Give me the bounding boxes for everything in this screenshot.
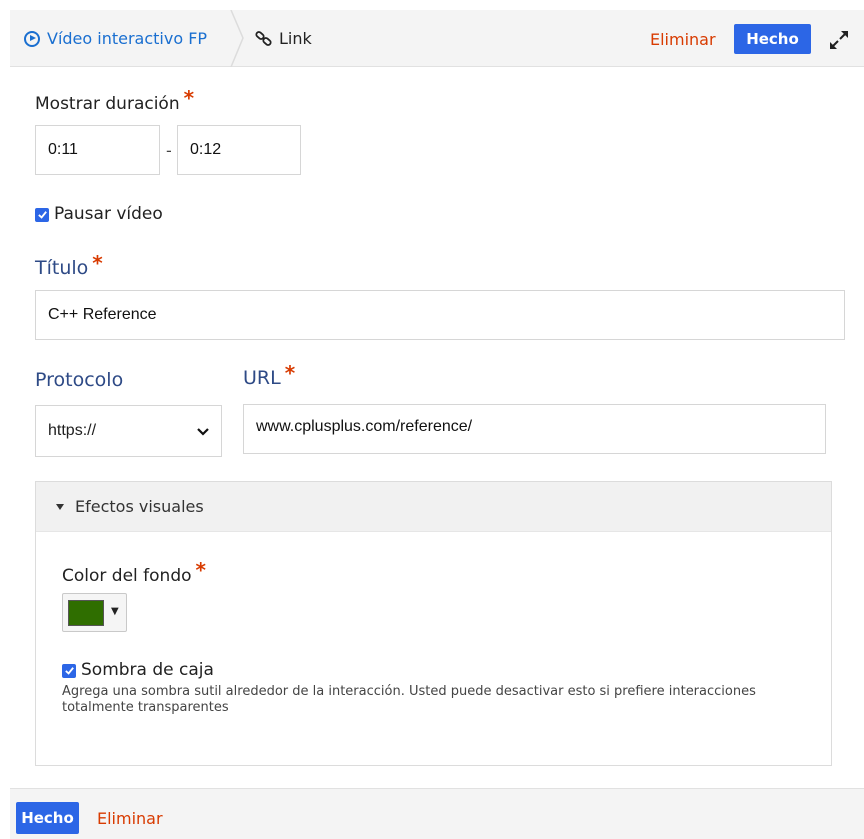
breadcrumb-parent-label: Vídeo interactivo FP xyxy=(47,29,208,48)
duration-label: Mostrar duración * xyxy=(35,86,194,114)
background-color-label: Color del fondo * xyxy=(62,558,206,586)
url-label-text: URL xyxy=(243,367,281,389)
editor-footer: Hecho Eliminar xyxy=(10,788,864,839)
box-shadow-label: Sombra de caja xyxy=(81,660,214,680)
box-shadow-checkbox[interactable] xyxy=(62,663,76,678)
pause-video-option[interactable]: Pausar vídeo xyxy=(35,204,163,224)
required-mark: * xyxy=(284,361,296,385)
background-color-picker[interactable]: ▼ xyxy=(62,593,127,632)
breadcrumb-current: Link xyxy=(255,10,312,67)
delete-button[interactable]: Eliminar xyxy=(97,809,163,828)
breadcrumb-parent[interactable]: Vídeo interactivo FP xyxy=(10,10,207,67)
duration-end-input[interactable]: 0:12 xyxy=(177,125,301,175)
duration-start-input[interactable]: 0:11 xyxy=(35,125,160,175)
link-icon xyxy=(255,30,272,46)
box-shadow-option[interactable]: Sombra de caja xyxy=(62,660,214,680)
dropdown-arrow-icon: ▼ xyxy=(111,606,119,617)
visual-effects-title: Efectos visuales xyxy=(75,497,204,516)
title-label-text: Título xyxy=(35,257,89,279)
pause-video-checkbox[interactable] xyxy=(35,207,49,222)
done-button[interactable]: Hecho xyxy=(16,802,79,834)
breadcrumb-current-label: Link xyxy=(279,29,312,48)
protocol-select[interactable]: https:// xyxy=(35,405,222,457)
duration-label-text: Mostrar duración xyxy=(35,94,180,114)
background-color-label-text: Color del fondo xyxy=(62,566,192,586)
protocol-select-value: https:// xyxy=(48,422,97,439)
title-label: Título * xyxy=(35,251,103,279)
duration-separator: - xyxy=(166,141,172,160)
delete-button[interactable]: Eliminar xyxy=(650,30,716,49)
required-mark: * xyxy=(195,558,206,582)
color-swatch xyxy=(68,600,104,626)
required-mark: * xyxy=(92,251,103,275)
expand-icon[interactable] xyxy=(828,29,850,51)
checkmark-icon xyxy=(64,667,74,675)
play-circle-icon xyxy=(24,30,40,47)
title-input[interactable]: C++ Reference xyxy=(35,290,845,340)
required-mark: * xyxy=(183,86,195,110)
breadcrumb-separator xyxy=(230,10,244,67)
visual-effects-toggle[interactable]: Efectos visuales xyxy=(36,482,831,532)
caret-down-icon xyxy=(56,503,64,510)
pause-video-label: Pausar vídeo xyxy=(54,204,163,224)
editor-header: Vídeo interactivo FP Link Eliminar Hecho xyxy=(10,10,864,67)
url-label: URL * xyxy=(243,361,295,389)
visual-effects-panel: Efectos visuales Color del fondo * ▼ Somb… xyxy=(35,481,832,766)
protocol-label: Protocolo xyxy=(35,369,124,391)
checkmark-icon xyxy=(37,211,47,219)
done-button[interactable]: Hecho xyxy=(734,24,811,54)
chevron-down-icon xyxy=(197,428,209,436)
box-shadow-description: Agrega una sombra sutil alrededor de la … xyxy=(62,684,756,715)
url-input[interactable]: www.cplusplus.com/reference/ xyxy=(243,404,826,454)
